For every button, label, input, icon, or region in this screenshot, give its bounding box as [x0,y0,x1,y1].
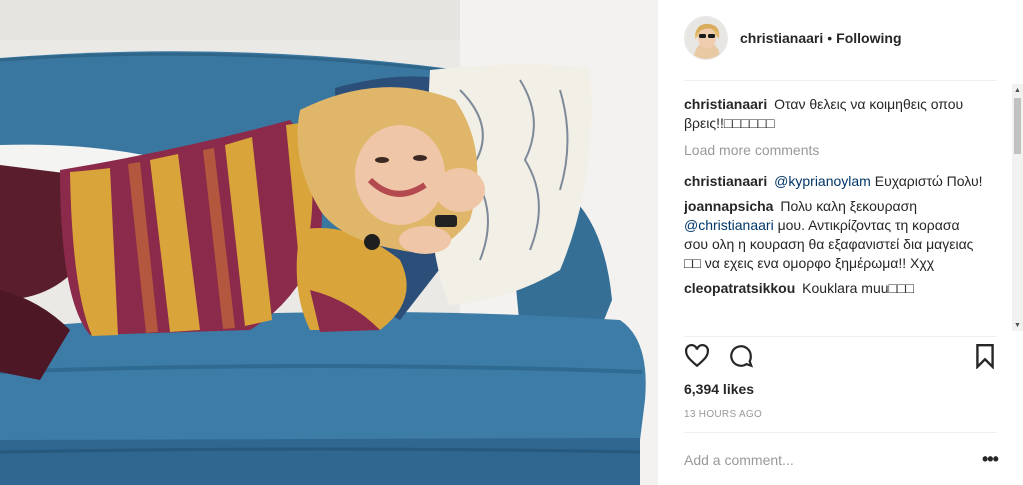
post-header: christianaari • Following [684,14,997,62]
avatar[interactable] [684,16,728,60]
header-username[interactable]: christianaari [740,30,823,46]
avatar-image [685,17,727,59]
more-options-icon[interactable]: ••• [982,450,999,468]
scroll-up-arrow-icon[interactable]: ▲ [1012,84,1023,96]
comment-mention[interactable]: @kyprianoylam [774,173,871,189]
divider [684,432,997,433]
scrollbar-thumb[interactable] [1014,98,1021,154]
post-photo[interactable] [0,0,658,485]
post-actions [684,343,999,373]
likes-count[interactable]: 6,394 likes [684,381,754,397]
divider [684,336,997,337]
caption-username[interactable]: christianaari [684,96,767,112]
post-photo-image [0,0,658,485]
divider [684,80,997,81]
post-side-panel: christianaari • Following christianaari … [658,0,1023,485]
heart-icon[interactable] [684,343,710,372]
scroll-down-arrow-icon[interactable]: ▼ [1012,319,1023,331]
comment-icon[interactable] [728,343,754,372]
load-more-comments-link[interactable]: Load more comments [684,141,984,160]
comment-text: Kouklara muu□□□ [802,280,914,296]
comment-mention[interactable]: @christianaari [684,217,774,233]
header-separator: • [827,30,833,46]
comment-text: Πολυ καλη ξεκουραση [780,198,918,214]
comments-scrollbar[interactable]: ▲ ▼ [1012,84,1023,331]
comment-item: christianaari @kyprianoylam Ευχαριστώ Πο… [684,172,984,191]
post-timestamp: 13 HOURS AGO [684,409,763,420]
comment-item: joannapsicha Πολυ καλη ξεκουραση @christ… [684,197,984,273]
comment-username[interactable]: christianaari [684,173,767,189]
bookmark-icon[interactable] [974,343,996,372]
caption: christianaari Οταν θελεις να κοιμηθεις ο… [684,95,984,133]
comment-text: Ευχαριστώ Πολυ! [870,173,983,189]
comment-item: cleopatratsikkou Kouklara muu□□□ [684,279,984,298]
comment-username[interactable]: cleopatratsikkou [684,280,795,296]
add-comment-input[interactable] [684,448,964,472]
following-button[interactable]: Following [836,30,901,46]
comment-username[interactable]: joannapsicha [684,198,773,214]
comments-list: christianaari Οταν θελεις να κοιμηθεις ο… [684,95,984,333]
